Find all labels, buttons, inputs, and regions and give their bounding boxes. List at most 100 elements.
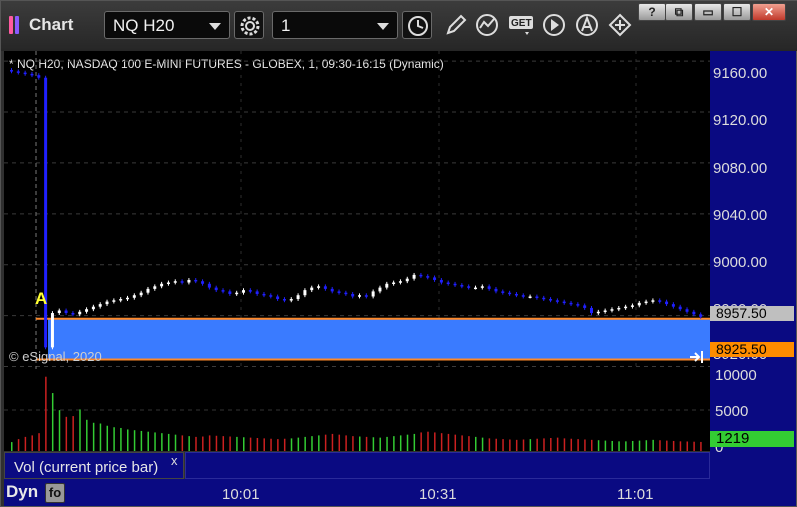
volume-bar: [51, 393, 54, 451]
candle-body: [228, 291, 232, 294]
candle-body: [37, 75, 41, 78]
candle-body: [112, 300, 116, 302]
candle-body: [146, 288, 150, 293]
settings-button[interactable]: [234, 11, 264, 39]
candle-body: [180, 281, 184, 283]
studies-button[interactable]: [473, 11, 503, 39]
maximize-button[interactable]: ☐: [723, 3, 751, 21]
help-button[interactable]: ?: [638, 3, 666, 21]
volume-bar: [161, 433, 163, 451]
volume-bar: [434, 432, 436, 451]
volume-bar: [618, 441, 620, 451]
volume-bar: [188, 436, 190, 451]
price-tick: 9000.00: [713, 254, 768, 271]
candle-body: [289, 299, 293, 301]
volume-bar: [256, 438, 259, 451]
title-bar: Chart NQ H20 1 GET ? ⧉ ▭ ☐ ✕: [1, 1, 797, 51]
volume-bar: [563, 438, 566, 451]
play-button[interactable]: [540, 11, 570, 39]
candle-body: [665, 301, 669, 305]
candle-body: [139, 292, 143, 296]
get-data-button[interactable]: GET: [507, 11, 537, 39]
copyright-text: © eSignal, 2020: [9, 349, 102, 364]
candle-body: [658, 300, 662, 302]
volume-bar: [495, 438, 497, 451]
volume-study-text: Vol (current price bar): [14, 459, 159, 476]
candle-body: [337, 291, 341, 293]
remove-study-button[interactable]: x: [171, 453, 178, 468]
gear-icon: [240, 16, 260, 36]
candle-body: [248, 290, 252, 292]
candle-body: [78, 311, 82, 315]
interval-select[interactable]: 1: [272, 11, 398, 39]
volume-bar: [120, 427, 122, 451]
volume-bar: [133, 430, 136, 451]
a-circle-icon: [576, 14, 598, 36]
play-icon: [543, 14, 565, 36]
candle-body: [433, 277, 437, 280]
candle-body: [276, 296, 280, 300]
volume-tick: 10000: [715, 367, 757, 384]
candle-body: [303, 290, 307, 296]
volume-bar: [393, 436, 395, 451]
dynamic-mode-label[interactable]: Dyn: [6, 482, 38, 502]
study-strip: [185, 452, 710, 479]
volume-bar: [11, 442, 13, 451]
volume-axis[interactable]: [710, 369, 796, 479]
candle-body: [296, 295, 300, 300]
volume-bar: [229, 436, 231, 451]
candle-body: [221, 290, 225, 292]
time-axis[interactable]: [4, 479, 796, 506]
candle-body: [692, 311, 696, 315]
volume-bar: [359, 436, 361, 451]
candle-body: [699, 314, 703, 317]
volume-bar: [659, 440, 661, 451]
last-price-tag: 8957.50: [710, 306, 794, 321]
candle-body: [364, 295, 368, 297]
candle-body: [562, 301, 566, 304]
volume-bar: [447, 433, 450, 451]
candle-body: [71, 313, 75, 315]
volume-bar: [154, 432, 156, 451]
candle-body: [596, 311, 600, 314]
volume-bar: [208, 435, 211, 451]
volume-bar: [550, 438, 552, 451]
volume-study-label[interactable]: Vol (current price bar): [4, 452, 184, 479]
candle-body: [405, 278, 409, 282]
candle-body: [501, 291, 505, 293]
candle-body: [514, 293, 518, 296]
volume-bar: [413, 433, 416, 451]
candle-body: [453, 283, 457, 286]
symbol-select[interactable]: NQ H20: [104, 11, 230, 39]
close-button[interactable]: ✕: [752, 3, 786, 21]
volume-bar: [570, 438, 573, 451]
volume-bar: [468, 436, 470, 451]
candle-body: [16, 71, 20, 73]
price-band: [48, 318, 710, 360]
volume-bar: [58, 410, 61, 451]
scroll-to-end-icon[interactable]: [689, 350, 707, 364]
fo-icon[interactable]: fo: [45, 483, 65, 503]
candle-body: [637, 302, 641, 306]
draw-tool-button[interactable]: [440, 11, 470, 39]
volume-bar: [331, 433, 334, 451]
candle-body: [583, 305, 587, 308]
chevron-down-icon: [209, 23, 221, 30]
volume-bar: [318, 435, 320, 451]
candle-body: [317, 286, 321, 288]
volume-bar: [604, 440, 607, 451]
price-plot: A: [4, 51, 710, 369]
volume-bar: [584, 439, 586, 451]
minimize-button[interactable]: ▭: [694, 3, 722, 21]
link-button[interactable]: [606, 11, 636, 39]
time-template-button[interactable]: [402, 11, 432, 39]
volume-bar: [352, 436, 354, 451]
candle-body: [351, 293, 355, 297]
candle-body: [310, 287, 314, 291]
candle-body: [419, 274, 423, 277]
restore-button[interactable]: ⧉: [665, 3, 693, 21]
volume-tick: 5000: [715, 403, 749, 420]
alert-button[interactable]: [573, 11, 603, 39]
volume-bar: [693, 441, 695, 451]
volume-bar: [72, 416, 74, 451]
